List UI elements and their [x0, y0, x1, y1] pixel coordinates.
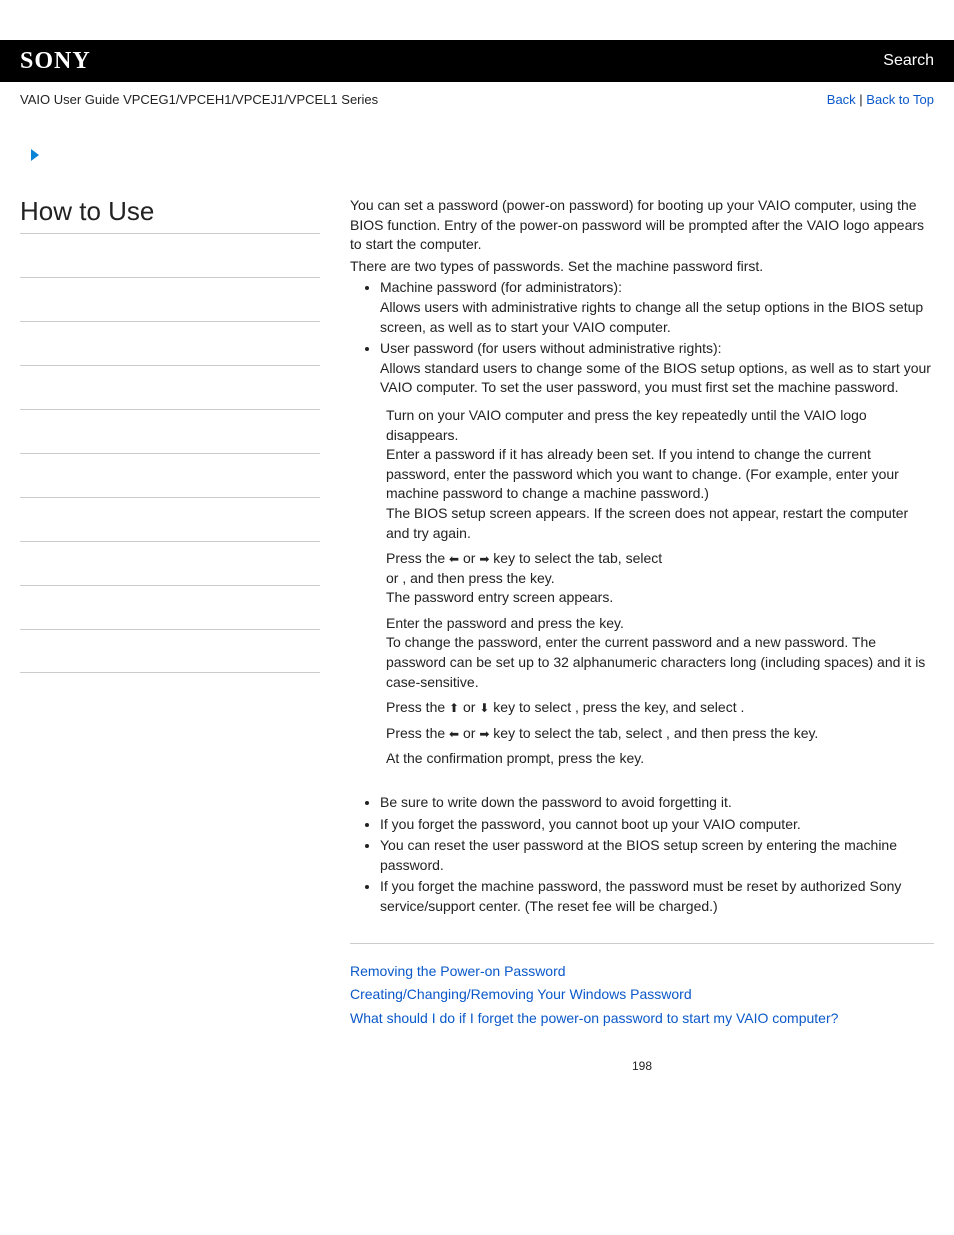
arrow-right-icon: ➡: [479, 552, 489, 566]
sidebar-item[interactable]: [20, 233, 320, 277]
step-6: At the confirmation prompt, press the ke…: [386, 749, 934, 769]
intro-paragraph: There are two types of passwords. Set th…: [350, 257, 934, 277]
arrow-left-icon: ⬅: [449, 552, 459, 566]
type-desc: Allows users with administrative rights …: [380, 299, 923, 335]
step-text: key.: [599, 615, 624, 631]
back-to-top-link[interactable]: Back to Top: [866, 92, 934, 107]
chevron-icon: [28, 147, 934, 166]
arrow-left-icon: ⬅: [449, 727, 459, 741]
step-text: , press the: [575, 699, 644, 715]
step-text: At the confirmation prompt, press the: [386, 750, 619, 766]
sidebar-title: How to Use: [20, 196, 320, 233]
step-text: Press the: [386, 699, 449, 715]
list-item: If you forget the machine password, the …: [380, 877, 934, 916]
search-link[interactable]: Search: [883, 52, 934, 70]
brand-logo: SONY: [20, 48, 91, 75]
sidebar-item[interactable]: [20, 409, 320, 453]
step-text: key to select the: [489, 725, 598, 741]
step-text: The BIOS setup screen appears. If the sc…: [386, 505, 908, 541]
nav-links: Back | Back to Top: [827, 92, 934, 107]
list-item: User password (for users without adminis…: [380, 339, 934, 398]
list-item: Machine password (for administrators): A…: [380, 278, 934, 337]
related-topics: Removing the Power-on Password Creating/…: [350, 962, 934, 1029]
type-title: User password (for users without adminis…: [380, 340, 722, 356]
step-text: The password entry screen appears.: [386, 589, 613, 605]
page-number: 198: [350, 1058, 934, 1075]
sidebar-item[interactable]: [20, 277, 320, 321]
step-text: key to select the: [489, 550, 598, 566]
step-text: , and then press the: [666, 725, 794, 741]
guide-title: VAIO User Guide VPCEG1/VPCEH1/VPCEJ1/VPC…: [20, 92, 378, 107]
back-link[interactable]: Back: [827, 92, 856, 107]
list-item: Be sure to write down the password to av…: [380, 793, 934, 813]
arrow-down-icon: ⬇: [479, 701, 489, 715]
step-text: Enter a password if it has already been …: [386, 446, 899, 501]
step-3: Enter the password and press the key. To…: [386, 614, 934, 692]
step-text: or: [459, 550, 479, 566]
top-bar: SONY Search: [0, 40, 954, 82]
step-text: tab, select: [598, 725, 666, 741]
article-body: You can set a password (power-on passwor…: [350, 196, 934, 1075]
related-link[interactable]: Creating/Changing/Removing Your Windows …: [350, 985, 934, 1005]
sidebar-item[interactable]: [20, 541, 320, 585]
step-5: Press the ⬅ or ➡ key to select the tab, …: [386, 724, 934, 744]
step-text: or: [459, 699, 479, 715]
step-text: or: [459, 725, 479, 741]
arrow-up-icon: ⬆: [449, 701, 459, 715]
sidebar-item[interactable]: [20, 497, 320, 541]
step-text: tab, select: [598, 550, 662, 566]
step-4: Press the ⬆ or ⬇ key to select , press t…: [386, 698, 934, 718]
related-link[interactable]: Removing the Power-on Password: [350, 962, 934, 982]
password-types-list: Machine password (for administrators): A…: [380, 278, 934, 398]
sidebar-item[interactable]: [20, 629, 320, 673]
related-link[interactable]: What should I do if I forget the power-o…: [350, 1009, 934, 1029]
notes-list: Be sure to write down the password to av…: [380, 793, 934, 917]
step-text: key.: [794, 725, 819, 741]
arrow-right-icon: ➡: [479, 727, 489, 741]
step-text: key.: [619, 750, 644, 766]
step-text: or: [386, 570, 402, 586]
sidebar-item[interactable]: [20, 585, 320, 629]
step-text: Enter the password and press the: [386, 615, 599, 631]
type-desc: Allows standard users to change some of …: [380, 360, 931, 396]
divider: [350, 943, 934, 944]
step-text: key, and select: [644, 699, 740, 715]
intro-paragraph: You can set a password (power-on passwor…: [350, 196, 934, 255]
step-text: key to select: [489, 699, 575, 715]
step-text: Press the: [386, 725, 449, 741]
step-1: Turn on your VAIO computer and press the…: [386, 406, 934, 543]
list-item: If you forget the password, you cannot b…: [380, 815, 934, 835]
nav-sep: |: [856, 92, 867, 107]
list-item: You can reset the user password at the B…: [380, 836, 934, 875]
step-text: , and then press the: [402, 570, 530, 586]
step-text: To change the password, enter the curren…: [386, 634, 925, 689]
step-text: Turn on your VAIO computer and press the: [386, 407, 656, 423]
step-2: Press the ⬅ or ➡ key to select the tab, …: [386, 549, 934, 608]
type-title: Machine password (for administrators):: [380, 279, 622, 295]
step-text: key.: [530, 570, 555, 586]
sidebar-item[interactable]: [20, 365, 320, 409]
sidebar: How to Use: [20, 196, 320, 673]
sidebar-item[interactable]: [20, 453, 320, 497]
sub-header: VAIO User Guide VPCEG1/VPCEH1/VPCEJ1/VPC…: [0, 82, 954, 137]
step-text: Press the: [386, 550, 449, 566]
sidebar-item[interactable]: [20, 321, 320, 365]
step-text: .: [741, 699, 745, 715]
